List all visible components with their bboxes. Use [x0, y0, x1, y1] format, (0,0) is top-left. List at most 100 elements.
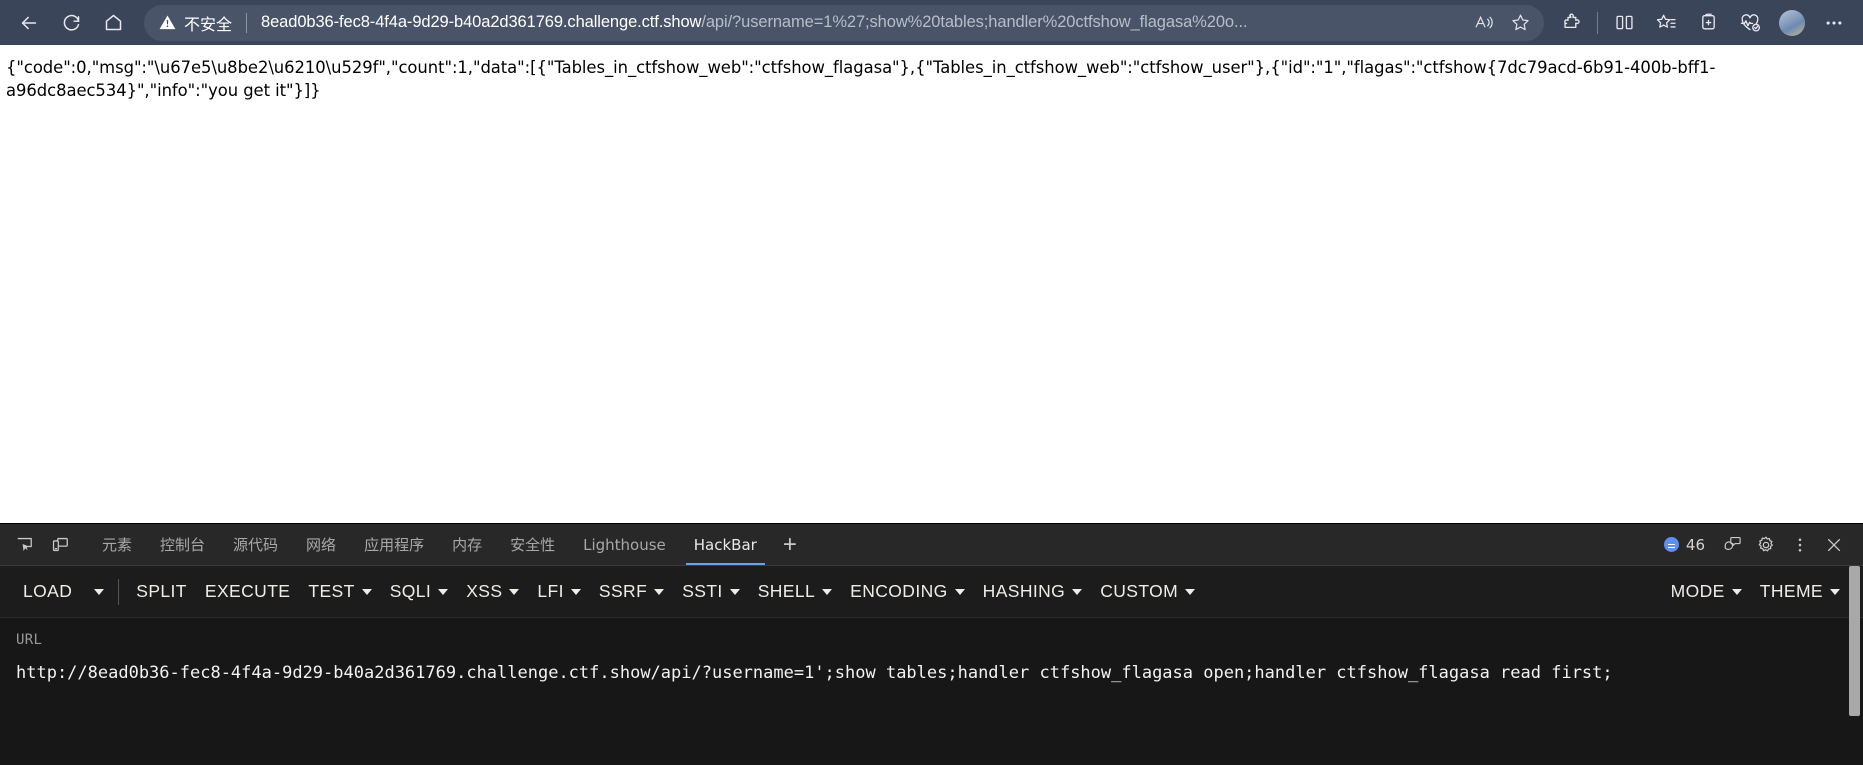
tab-network[interactable]: 网络 — [292, 524, 350, 565]
hackbar-test-button[interactable]: TEST — [299, 575, 380, 608]
security-label: 不安全 — [184, 14, 233, 34]
tab-sources[interactable]: 源代码 — [219, 524, 292, 565]
inspect-element-icon[interactable] — [9, 530, 39, 560]
hackbar-split-button[interactable]: SPLIT — [127, 575, 196, 608]
hackbar-load-button[interactable]: LOAD — [14, 575, 81, 608]
tab-application[interactable]: 应用程序 — [350, 524, 438, 565]
button-label: ENCODING — [850, 581, 948, 601]
address-bar-url[interactable]: 8ead0b36-fec8-4f4a-9d29-b40a2d361769.cha… — [261, 13, 1466, 32]
button-label: MODE — [1670, 581, 1725, 601]
chevron-down-icon — [509, 588, 520, 595]
warning-triangle-icon — [158, 13, 177, 32]
profile-avatar[interactable] — [1779, 9, 1805, 36]
home-button[interactable] — [92, 4, 134, 42]
hackbar-ssti-button[interactable]: SSTI — [673, 575, 749, 608]
tab-elements[interactable]: 元素 — [88, 524, 146, 565]
hackbar-shell-button[interactable]: SHELL — [749, 575, 841, 608]
tab-label: 应用程序 — [364, 536, 425, 554]
hackbar-theme-button[interactable]: THEME — [1751, 575, 1849, 608]
tab-security[interactable]: 安全性 — [496, 524, 569, 565]
tab-hackbar[interactable]: HackBar — [680, 524, 771, 565]
page-content: {"code":0,"msg":"\u67e5\u8be2\u6210\u529… — [0, 45, 1863, 523]
url-field-label: URL — [16, 632, 43, 648]
hackbar-load-dropdown[interactable] — [81, 583, 110, 601]
button-label: SPLIT — [136, 581, 187, 601]
tab-console[interactable]: 控制台 — [146, 524, 219, 565]
tab-memory[interactable]: 内存 — [438, 524, 496, 565]
hackbar-mode-button[interactable]: MODE — [1662, 575, 1751, 608]
tab-label: 内存 — [452, 536, 483, 554]
close-devtools-icon[interactable] — [1819, 530, 1849, 560]
hackbar-toolbar: LOAD SPLIT EXECUTE TEST SQLI XSS LFI SSR… — [0, 566, 1863, 618]
button-label: HASHING — [982, 581, 1066, 601]
chevron-down-icon — [1731, 588, 1742, 595]
favorite-star-icon[interactable] — [1502, 7, 1538, 39]
reload-button[interactable] — [50, 4, 92, 42]
chevron-down-icon — [438, 588, 449, 595]
back-button[interactable] — [8, 4, 50, 42]
issues-icon — [1663, 537, 1679, 552]
button-label: THEME — [1759, 581, 1823, 601]
tab-label: 网络 — [306, 536, 337, 554]
url-path: /api/?username=1%27;show%20tables;handle… — [701, 13, 1248, 31]
chevron-down-icon — [361, 588, 372, 595]
chevron-down-icon — [729, 588, 740, 595]
button-label: EXECUTE — [204, 581, 291, 601]
address-bar-divider — [246, 12, 248, 33]
devtools-tab-list: 元素 控制台 源代码 网络 应用程序 内存 安全性 Lighthouse Hac… — [88, 524, 809, 565]
tab-label: 安全性 — [510, 536, 556, 554]
hackbar-ssrf-button[interactable]: SSRF — [590, 575, 673, 608]
hackbar-encoding-button[interactable]: ENCODING — [841, 575, 974, 608]
devtools-panel: 元素 控制台 源代码 网络 应用程序 内存 安全性 Lighthouse Hac… — [0, 523, 1863, 765]
button-label: TEST — [308, 581, 355, 601]
feedback-icon[interactable] — [1717, 530, 1747, 560]
button-label: SQLI — [389, 581, 432, 601]
hackbar-sqli-button[interactable]: SQLI — [381, 575, 457, 608]
favorites-icon[interactable] — [1645, 4, 1687, 42]
button-label: SHELL — [757, 581, 816, 601]
url-host: 8ead0b36-fec8-4f4a-9d29-b40a2d361769.cha… — [261, 13, 702, 31]
read-aloud-icon[interactable] — [1466, 7, 1502, 39]
chevron-down-icon — [1072, 588, 1083, 595]
hackbar-scrollbar[interactable] — [1849, 566, 1860, 716]
hackbar-custom-button[interactable]: CUSTOM — [1091, 575, 1204, 608]
address-bar[interactable]: 不安全 8ead0b36-fec8-4f4a-9d29-b40a2d361769… — [144, 4, 1544, 41]
tab-lighthouse[interactable]: Lighthouse — [569, 524, 680, 565]
url-input[interactable]: http://8ead0b36-fec8-4f4a-9d29-b40a2d361… — [16, 659, 1847, 687]
devtools-actions: 46 — [1663, 530, 1857, 560]
collections-icon[interactable] — [1687, 4, 1729, 42]
chevron-down-icon — [570, 588, 581, 595]
hackbar-execute-button[interactable]: EXECUTE — [196, 575, 299, 608]
button-label: XSS — [466, 581, 503, 601]
chevron-down-icon — [1830, 588, 1840, 595]
browser-toolbar-icons — [1550, 4, 1855, 42]
tab-label: Lighthouse — [583, 535, 666, 554]
issues-badge[interactable]: 46 — [1663, 535, 1705, 554]
arrow-left-icon — [18, 12, 40, 34]
browser-essentials-icon[interactable] — [1729, 4, 1771, 42]
more-options-icon[interactable] — [1785, 530, 1815, 560]
tab-label: HackBar — [693, 535, 757, 554]
chevron-down-icon — [1185, 588, 1196, 595]
toolbar-divider — [1597, 11, 1598, 34]
chevron-down-icon — [94, 588, 105, 595]
hackbar-hashing-button[interactable]: HASHING — [974, 575, 1092, 608]
reload-icon — [61, 12, 82, 33]
hackbar-lfi-button[interactable]: LFI — [528, 575, 590, 608]
hackbar-panel: LOAD SPLIT EXECUTE TEST SQLI XSS LFI SSR… — [0, 566, 1863, 765]
button-label: SSTI — [682, 581, 723, 601]
button-label: SSRF — [598, 581, 648, 601]
devtools-tabbar: 元素 控制台 源代码 网络 应用程序 内存 安全性 Lighthouse Hac… — [0, 524, 1863, 566]
home-icon — [103, 12, 124, 33]
hackbar-xss-button[interactable]: XSS — [457, 575, 528, 608]
json-response-text: {"code":0,"msg":"\u67e5\u8be2\u6210\u529… — [6, 58, 1716, 100]
chevron-down-icon — [954, 588, 965, 595]
split-screen-icon[interactable] — [1603, 4, 1645, 42]
add-panel-button[interactable]: + — [771, 532, 809, 557]
settings-more-icon[interactable] — [1813, 4, 1855, 42]
issues-count: 46 — [1685, 535, 1705, 554]
device-toolbar-icon[interactable] — [45, 530, 75, 560]
settings-gear-icon[interactable] — [1751, 530, 1781, 560]
extensions-icon[interactable] — [1550, 4, 1592, 42]
chevron-down-icon — [822, 588, 833, 595]
